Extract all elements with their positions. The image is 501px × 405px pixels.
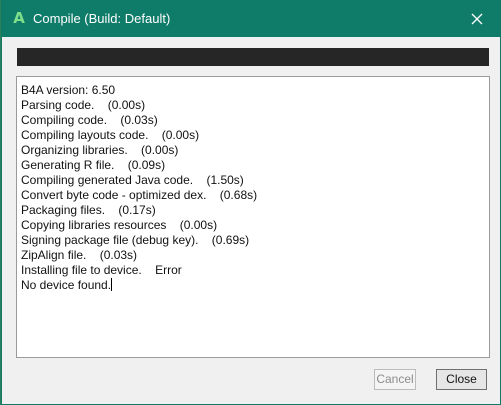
log-line: Signing package file (debug key). (0.69s… [21, 233, 250, 247]
log-line: Generating R file. (0.09s) [21, 158, 166, 172]
log-line: No device found. [21, 278, 113, 292]
compile-log-textarea[interactable]: B4A version: 6.50 Parsing code. (0.00s) Co… [16, 76, 490, 358]
compile-dialog: A Compile (Build: Default) B4A version: … [1, 0, 501, 405]
log-line: Convert byte code - optimized dex. (0.68… [21, 188, 258, 202]
log-line: Parsing code. (0.00s) [21, 98, 146, 112]
log-line: Compiling layouts code. (0.00s) [21, 128, 200, 142]
log-line: Installing file to device. Error [21, 263, 182, 277]
log-line: B4A version: 6.50 [21, 83, 116, 97]
text-caret [111, 278, 113, 291]
log-line: ZipAlign file. (0.03s) [21, 248, 138, 262]
progress-fill [17, 48, 489, 66]
title-bar[interactable]: A Compile (Build: Default) [2, 1, 500, 37]
compile-progress-bar [17, 48, 489, 66]
log-line: Copying libraries resources (0.00s) [21, 218, 218, 232]
log-line: Compiling code. (0.03s) [21, 113, 158, 127]
window-title: Compile (Build: Default) [33, 11, 171, 26]
close-icon[interactable] [460, 4, 494, 34]
log-line: Organizing libraries. (0.00s) [21, 143, 179, 157]
log-line: Compiling generated Java code. (1.50s) [21, 173, 244, 187]
log-line: Packaging files. (0.17s) [21, 203, 156, 217]
b4a-app-icon: A [13, 9, 25, 27]
cancel-button[interactable]: Cancel [374, 369, 416, 390]
close-button[interactable]: Close [436, 369, 487, 390]
